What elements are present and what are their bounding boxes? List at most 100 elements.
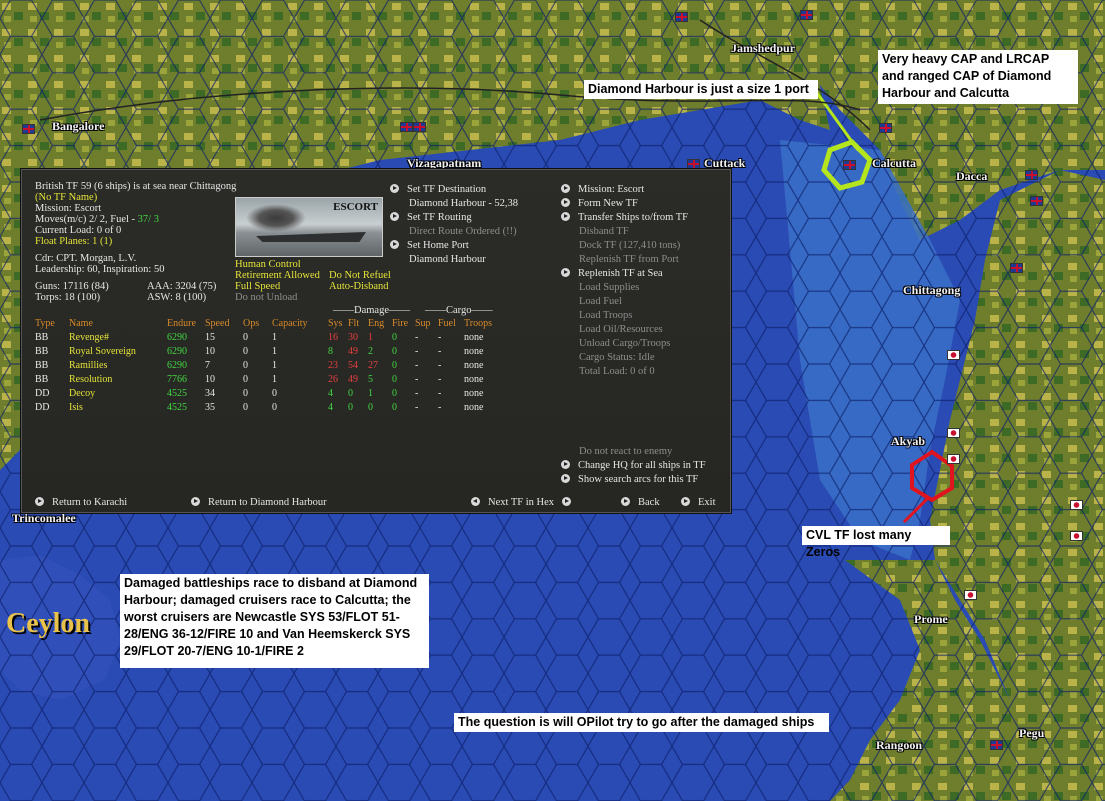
mission-button[interactable]: Mission: Escort (561, 184, 644, 196)
load-fuel-button[interactable]: Load Fuel (579, 296, 622, 308)
table-row[interactable]: DD Decoy 4525 34 0 0 4 0 1 0- - none (35, 386, 504, 400)
photo-mission-label: ESCORT (333, 201, 378, 213)
japanese-base-icon[interactable] (1070, 531, 1083, 541)
japanese-base-icon[interactable] (947, 428, 960, 438)
uk-base-icon[interactable] (413, 122, 426, 132)
uk-base-icon[interactable] (1030, 196, 1043, 206)
table-row[interactable]: DD Isis 4525 35 0 0 4 0 0 0- - none (35, 400, 504, 414)
col-header: Capacity (272, 317, 308, 329)
col-header: Troops (464, 317, 492, 329)
total-load: Total Load: 0 of 0 (579, 366, 655, 377)
destination-value: Diamond Harbour - 52,38 (409, 198, 519, 209)
refuel-toggle[interactable]: Do Not Refuel (329, 270, 391, 282)
unload-cargo-button[interactable]: Unload Cargo/Troops (579, 338, 670, 350)
arrow-icon (561, 474, 570, 483)
home-port-value: Diamond Harbour (409, 254, 486, 265)
arrow-icon (191, 497, 200, 506)
col-header: Eng (368, 317, 385, 329)
uk-base-icon[interactable] (400, 122, 413, 132)
uk-base-icon[interactable] (879, 123, 892, 133)
exit-button[interactable]: Exit (681, 497, 716, 509)
japanese-base-icon[interactable] (947, 454, 960, 464)
arrow-icon (561, 268, 570, 277)
tf-torps: Torps: 18 (100) (35, 292, 101, 303)
tf-leadership: Leadership: 60, Inspiration: 50 (35, 264, 165, 275)
load-supplies-button[interactable]: Load Supplies (579, 282, 639, 294)
arrow-icon (390, 240, 399, 249)
form-new-tf-button[interactable]: Form New TF (561, 198, 638, 210)
disband-tf-button[interactable]: Disband TF (579, 226, 629, 238)
map-label-calcutta: Calcutta (872, 156, 916, 170)
set-routing-button[interactable]: Set TF Routing (390, 212, 472, 224)
table-row[interactable]: BB Ramillies 6290 7 0 1 23 54 27 0- - none (35, 358, 504, 372)
col-header: Endure (167, 317, 196, 329)
arrow-icon (561, 212, 570, 221)
map-label-prome: Prome (914, 612, 948, 626)
col-header: Sup (415, 317, 431, 329)
uk-base-icon[interactable] (843, 160, 856, 170)
next-tf-button[interactable]: Next TF in Hex (471, 497, 579, 509)
map-label-bangalore: Bangalore (52, 119, 105, 133)
table-row[interactable]: BB Royal Sovereign 6290 10 0 1 8 49 2 0- - none (35, 344, 504, 358)
tf-header: British TF 59 (6 ships) is at sea near C… (35, 181, 237, 192)
set-home-port-button[interactable]: Set Home Port (390, 240, 469, 252)
arrow-icon (561, 198, 570, 207)
uk-base-icon[interactable] (22, 124, 35, 134)
retirement-toggle[interactable]: Retirement Allowed (235, 270, 320, 282)
set-destination-button[interactable]: Set TF Destination (390, 184, 486, 196)
map-label-jamshedpur: Jamshedpur (731, 41, 796, 55)
show-search-arcs-button[interactable]: Show search arcs for this TF (561, 474, 698, 486)
ship-table: Type Name Endure Speed Ops Capacity Sys Flt Eng F… (35, 316, 504, 414)
dock-tf-button[interactable]: Dock TF (127,410 tons) (579, 240, 680, 252)
replenish-sea-button[interactable]: Replenish TF at Sea (561, 268, 663, 280)
arrow-icon (681, 497, 690, 506)
back-button[interactable]: Back (621, 497, 660, 509)
uk-base-icon[interactable] (1025, 170, 1038, 180)
uk-base-icon[interactable] (1010, 263, 1023, 273)
japanese-base-icon[interactable] (947, 350, 960, 360)
tf-float-planes[interactable]: Float Planes: 1 (1) (35, 236, 112, 248)
do-not-react-toggle[interactable]: Do not react to enemy (579, 446, 672, 458)
map-label-rangoon: Rangoon (876, 738, 923, 752)
col-header: Name (69, 317, 93, 329)
cargo-status: Cargo Status: Idle (579, 352, 655, 363)
auto-disband-toggle[interactable]: Auto-Disband (329, 281, 389, 293)
annotation-damaged-ships: Damaged battleships race to disband at D… (120, 574, 429, 668)
load-troops-button[interactable]: Load Troops (579, 310, 632, 322)
tf-commander[interactable]: Cdr: CPT. Morgan, L.V. (35, 253, 136, 265)
transfer-ships-button[interactable]: Transfer Ships to/from TF (561, 212, 688, 224)
uk-base-icon[interactable] (675, 12, 688, 22)
task-force-panel: British TF 59 (6 ships) is at sea near C… (20, 168, 732, 514)
tf-current-load: Current Load: 0 of 0 (35, 225, 122, 236)
speed-toggle[interactable]: Full Speed (235, 281, 280, 293)
arrow-left-icon (471, 497, 480, 506)
tf-name[interactable]: (No TF Name) (35, 192, 97, 204)
arrow-icon (561, 184, 570, 193)
table-row[interactable]: BB Resolution 7766 10 0 1 26 49 5 0- - none (35, 372, 504, 386)
unload-toggle[interactable]: Do not Unload (235, 292, 297, 304)
annotation-cap: Very heavy CAP and LRCAP and ranged CAP … (878, 50, 1078, 104)
map-label-akyab: Akyab (891, 434, 926, 448)
ship-photo: ESCORT (235, 197, 383, 257)
map-label-dacca: Dacca (956, 169, 988, 183)
japanese-base-icon[interactable] (964, 590, 977, 600)
human-control-toggle[interactable]: Human Control (235, 259, 301, 271)
arrow-icon (561, 460, 570, 469)
uk-base-icon[interactable] (800, 10, 813, 20)
arrow-icon (35, 497, 44, 506)
tf-aaa: AAA: 3204 (75) (147, 281, 217, 292)
change-hq-button[interactable]: Change HQ for all ships in TF (561, 460, 706, 472)
table-row[interactable]: BB Revenge# 6290 15 0 1 16 30 1 0- - none (35, 330, 504, 344)
return-karachi-button[interactable]: Return to Karachi (35, 497, 127, 509)
japanese-base-icon[interactable] (1070, 500, 1083, 510)
uk-base-icon[interactable] (990, 740, 1003, 750)
load-oil-button[interactable]: Load Oil/Resources (579, 324, 663, 336)
return-diamond-button[interactable]: Return to Diamond Harbour (191, 497, 327, 509)
tf-moves: Moves(m/c) 2/ 2, Fuel - 37/ 3 (35, 214, 159, 225)
col-header: Fire (392, 317, 409, 329)
map-label-ceylon: Ceylon (6, 608, 90, 639)
tf-asw: ASW: 8 (100) (147, 292, 207, 303)
replenish-port-button[interactable]: Replenish TF from Port (579, 254, 679, 266)
tf-guns: Guns: 17116 (84) (35, 281, 109, 292)
table-header-row: Type Name Endure Speed Ops Capacity Sys Flt Eng F… (35, 316, 504, 330)
